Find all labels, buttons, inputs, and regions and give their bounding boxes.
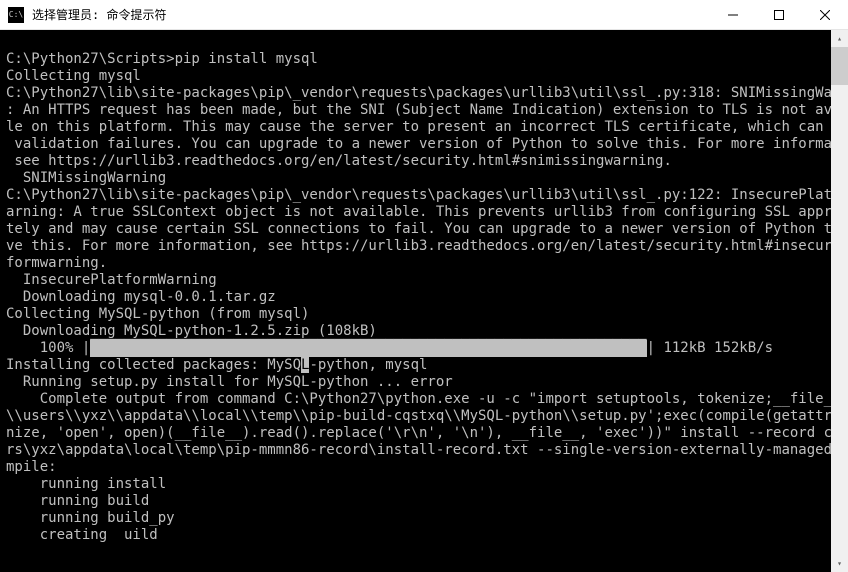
terminal-line: see https://urllib3.readthedocs.org/en/l… (6, 153, 825, 170)
app-icon: C:\ (8, 7, 24, 23)
terminal-line: C:\Python27\lib\site-packages\pip\_vendo… (6, 187, 825, 204)
terminal-line: Downloading mysql-0.0.1.tar.gz (6, 289, 825, 306)
terminal-line: mpile: (6, 459, 825, 476)
terminal-line: arning: A true SSLContext object is not … (6, 204, 825, 221)
title-bar: C:\ 选择管理员: 命令提示符 (0, 0, 848, 30)
terminal-line: rs\yxz\appdata\local\temp\pip-mmmn86-rec… (6, 442, 825, 459)
progress-stats: | 112kB 152kB/s (647, 340, 773, 356)
terminal-line: tely and may cause certain SSL connectio… (6, 221, 825, 238)
terminal-area: C:\Python27\Scripts>pip install mysqlCol… (0, 30, 848, 572)
terminal-line: running build_py (6, 510, 825, 527)
vertical-scrollbar[interactable]: ▴ ▾ (831, 30, 848, 572)
terminal-line: running build (6, 493, 825, 510)
terminal-line: ve this. For more information, see https… (6, 238, 825, 255)
terminal-line: Collecting mysql (6, 68, 825, 85)
window-title: 选择管理员: 命令提示符 (32, 6, 710, 23)
terminal-line: validation failures. You can upgrade to … (6, 136, 825, 153)
terminal-line: le on this platform. This may cause the … (6, 119, 825, 136)
terminal-line: formwarning. (6, 255, 825, 272)
maximize-icon (774, 10, 784, 20)
terminal-line: \\users\\yxz\\appdata\\local\\temp\\pip-… (6, 408, 825, 425)
progress-bar-fill: ████████████████████████████████████████… (90, 340, 646, 357)
terminal-line: Downloading MySQL-python-1.2.5.zip (108k… (6, 323, 825, 340)
scroll-track[interactable] (831, 47, 848, 555)
scroll-up-arrow-icon[interactable]: ▴ (831, 30, 848, 47)
terminal-line (6, 34, 825, 51)
minimize-icon (728, 10, 738, 20)
terminal-line: Installing collected packages: MySQL-pyt… (6, 357, 825, 374)
close-icon (820, 10, 830, 20)
terminal-line: InsecurePlatformWarning (6, 272, 825, 289)
progress-percent: 100% | (6, 340, 90, 356)
terminal-line: C:\Python27\lib\site-packages\pip\_vendo… (6, 85, 825, 102)
scroll-thumb[interactable] (831, 47, 848, 85)
maximize-button[interactable] (756, 0, 802, 29)
terminal-line: C:\Python27\Scripts>pip install mysql (6, 51, 825, 68)
close-button[interactable] (802, 0, 848, 29)
terminal-line: Running setup.py install for MySQL-pytho… (6, 374, 825, 391)
minimize-button[interactable] (710, 0, 756, 29)
terminal-line: : An HTTPS request has been made, but th… (6, 102, 825, 119)
terminal-line: Complete output from command C:\Python27… (6, 391, 825, 408)
window-controls (710, 0, 848, 29)
terminal-output[interactable]: C:\Python27\Scripts>pip install mysqlCol… (0, 30, 831, 572)
terminal-line: SNIMissingWarning (6, 170, 825, 187)
terminal-line: running install (6, 476, 825, 493)
terminal-line: creating uild (6, 527, 825, 544)
terminal-line: 100% |██████████████████████████████████… (6, 340, 825, 357)
app-icon-label: C:\ (9, 10, 23, 19)
scroll-down-arrow-icon[interactable]: ▾ (831, 555, 848, 572)
terminal-line: nize, 'open', open)(__file__).read().rep… (6, 425, 825, 442)
terminal-line: Collecting MySQL-python (from mysql) (6, 306, 825, 323)
